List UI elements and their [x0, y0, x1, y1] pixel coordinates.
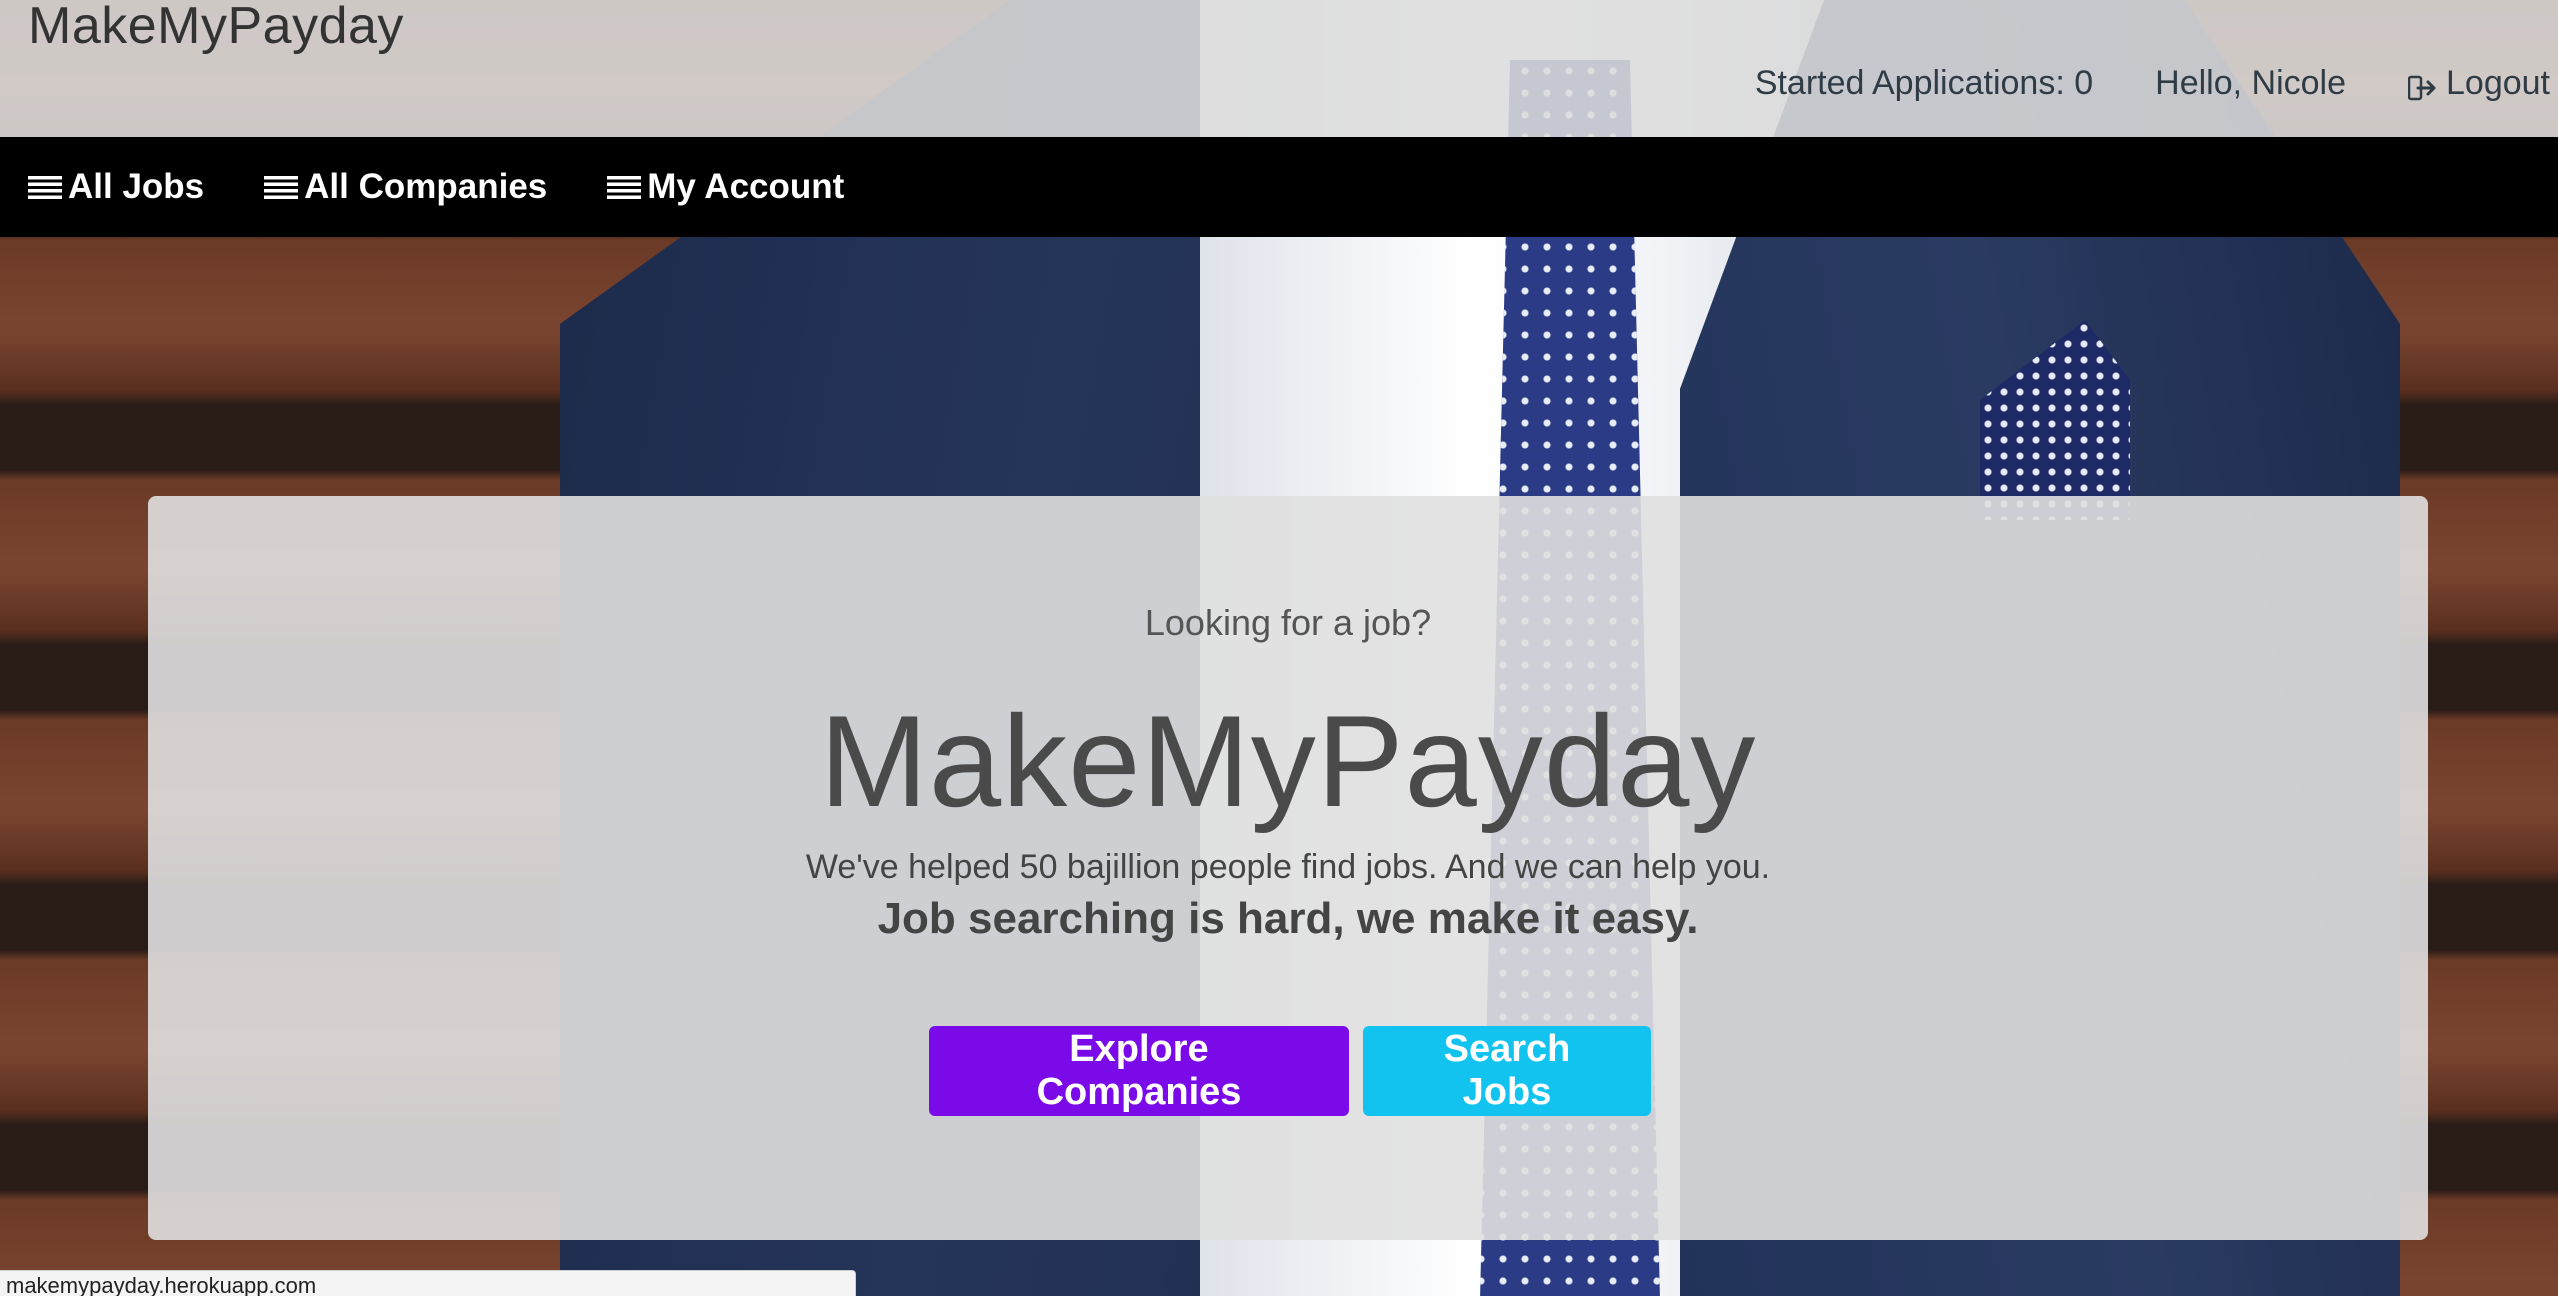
list-icon [264, 173, 299, 201]
main-nav: All Jobs All Companies My Account [0, 137, 2558, 237]
nav-item-all-jobs[interactable]: All Jobs [28, 167, 204, 207]
user-bar: Started Applications: 0 Hello, Nicole Lo… [1755, 64, 2550, 103]
user-greeting: Hello, Nicole [2155, 64, 2346, 102]
list-icon [607, 173, 642, 201]
hero-tagline-strong: Job searching is hard, we make it easy. [877, 894, 1699, 943]
nav-item-my-account[interactable]: My Account [607, 167, 844, 207]
logout-icon [2407, 71, 2438, 100]
top-header: MakeMyPayday Started Applications: 0 Hel… [0, 0, 2558, 137]
nav-item-label: All Jobs [68, 167, 205, 206]
nav-item-all-companies[interactable]: All Companies [264, 167, 547, 207]
logout-label: Logout [2446, 64, 2550, 102]
search-jobs-button[interactable]: Search Jobs [1363, 1026, 1651, 1116]
started-applications-count[interactable]: Started Applications: 0 [1755, 64, 2093, 103]
hero-cta-group: Explore Companies Search Jobs [148, 1026, 2428, 1116]
nav-item-label: All Companies [304, 167, 548, 206]
brand-logo[interactable]: MakeMyPayday [28, 0, 404, 56]
logout-link[interactable]: Logout [2407, 64, 2550, 103]
hero-eyebrow: Looking for a job? [1144, 602, 1432, 643]
nav-item-label: My Account [647, 167, 845, 206]
list-icon [28, 173, 62, 201]
browser-status-url: makemypayday.herokuapp.com [0, 1270, 856, 1296]
hero-tagline: We've helped 50 bajillion people find jo… [805, 848, 1771, 886]
explore-companies-button[interactable]: Explore Companies [929, 1026, 1349, 1116]
hero-card: Looking for a job? MakeMyPayday We've he… [148, 496, 2428, 1240]
hero-title: MakeMyPayday [819, 688, 1757, 834]
